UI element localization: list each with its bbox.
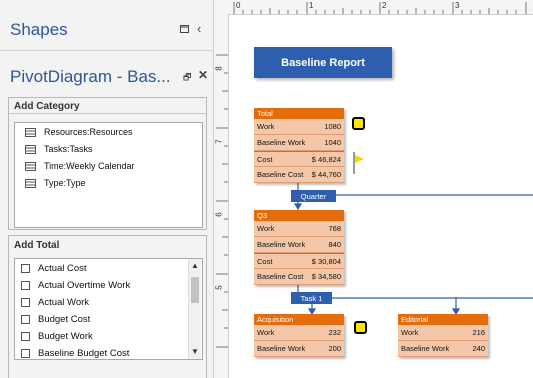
node-row-baseline-work: Baseline Work 840 <box>254 237 344 253</box>
total-item-label: Budget Work <box>38 330 93 342</box>
add-category-header: Add Category <box>9 98 206 114</box>
category-list: Resources:Resources Tasks:Tasks Time:Wee… <box>14 122 203 228</box>
checkbox[interactable] <box>21 297 30 307</box>
row-value: 1080 <box>324 122 341 131</box>
node-row-work: Work 1080 <box>254 119 344 135</box>
scrollbar-thumb[interactable] <box>191 277 199 303</box>
quarter-category-tag[interactable]: Quarter <box>291 190 336 202</box>
collapse-chevron-icon[interactable]: ‹ <box>197 21 201 36</box>
node-row-work: Work 232 <box>254 325 344 341</box>
row-label: Baseline Cost <box>257 170 304 179</box>
node-row-cost: Cost $ 46,824 <box>254 151 344 167</box>
restore-window-icon[interactable]: 🗗 <box>183 70 191 86</box>
node-row-baseline-cost: Baseline Cost $ 44,760 <box>254 167 344 183</box>
row-value: 240 <box>472 344 485 353</box>
row-label: Work <box>257 122 275 131</box>
row-value: $ 30,804 <box>311 256 341 266</box>
category-item-label: Tasks:Tasks <box>44 144 93 154</box>
scroll-down-icon[interactable]: ▼ <box>191 347 199 356</box>
node-row-baseline-work: Baseline Work 240 <box>398 341 488 357</box>
q3-node[interactable]: Q3 Work 768 Baseline Work 840 Cost $ 30,804… <box>254 210 344 285</box>
total-item-label: Budget Cost <box>38 313 91 325</box>
row-label: Baseline Cost <box>257 272 304 281</box>
total-item-actual-cost[interactable]: Actual Cost <box>21 262 87 274</box>
node-header: Total <box>254 108 344 119</box>
node-row-cost: Cost $ 30,804 <box>254 253 344 269</box>
category-item-time[interactable]: Time:Weekly Calendar <box>25 159 135 173</box>
row-value: 232 <box>328 328 341 337</box>
status-indicator-icon <box>354 321 367 334</box>
row-label: Baseline Work <box>257 240 306 249</box>
acquisition-node[interactable]: Acquisition Work 232 Baseline Work 200 <box>254 314 344 357</box>
add-total-header: Add Total <box>14 240 60 251</box>
row-label: Baseline Work <box>401 344 450 353</box>
flag-icon <box>353 152 364 174</box>
total-item-baseline-budget-cost[interactable]: Baseline Budget Cost <box>21 347 129 359</box>
total-node[interactable]: Total Work 1080 Baseline Work 1040 Cost $ 4… <box>254 108 344 183</box>
row-value: $ 46,824 <box>311 154 341 164</box>
shapes-panel-header: Shapes ‹ <box>0 0 213 51</box>
total-item-label: Actual Overtime Work <box>38 279 131 291</box>
category-icon <box>25 178 36 188</box>
category-item-type[interactable]: Type:Type <box>25 176 86 190</box>
status-indicator-icon <box>352 117 365 130</box>
category-icon <box>25 127 36 137</box>
row-label: Work <box>257 328 275 337</box>
total-item-label: Actual Cost <box>38 262 87 274</box>
category-item-tasks[interactable]: Tasks:Tasks <box>25 142 93 156</box>
checkbox[interactable] <box>21 314 30 324</box>
drawing-canvas[interactable]: 0 1 2 3 8 7 6 5 Baseline Report Total Wo… <box>214 0 533 378</box>
node-header: Acquisition <box>254 314 344 325</box>
row-label: Baseline Work <box>257 138 306 147</box>
total-list: Actual Cost Actual Overtime Work Actual … <box>14 258 203 360</box>
total-item-label: Actual Work <box>38 296 90 308</box>
total-item-budget-work[interactable]: Budget Work <box>21 330 93 342</box>
total-item-actual-work[interactable]: Actual Work <box>21 296 89 308</box>
row-label: Cost <box>257 154 273 164</box>
diagram-title[interactable]: Baseline Report <box>254 47 392 78</box>
checkbox[interactable] <box>21 348 30 358</box>
checkbox[interactable] <box>21 280 30 290</box>
node-row-work: Work 768 <box>254 221 344 237</box>
editorial-node[interactable]: Editorial Work 216 Baseline Work 240 <box>398 314 488 357</box>
category-icon <box>25 144 36 154</box>
row-value: 768 <box>328 224 341 233</box>
add-category-panel: Add Category Resources:Resources Tasks:T… <box>8 97 207 230</box>
node-row-work: Work 216 <box>398 325 488 341</box>
total-list-scrollbar[interactable]: ▲ ▼ <box>188 259 201 359</box>
category-icon <box>25 161 36 171</box>
total-item-label: Baseline Budget Cost <box>38 347 130 359</box>
pivot-panel-title: PivotDiagram - Bas... <box>10 67 171 86</box>
category-item-label: Resources:Resources <box>44 127 133 137</box>
node-header: Editorial <box>398 314 488 325</box>
row-value: 840 <box>328 240 341 249</box>
row-label: Work <box>401 328 419 337</box>
add-total-panel: Add Total Actual Cost Actual Overtime Wo… <box>8 235 207 378</box>
row-label: Cost <box>257 256 273 266</box>
row-label: Baseline Work <box>257 344 306 353</box>
node-row-baseline-work: Baseline Work 200 <box>254 341 344 357</box>
category-item-label: Type:Type <box>44 178 86 188</box>
row-value: 216 <box>472 328 485 337</box>
close-icon[interactable]: ✕ <box>198 68 208 82</box>
node-row-baseline-cost: Baseline Cost $ 34,580 <box>254 269 344 285</box>
node-row-baseline-work: Baseline Work 1040 <box>254 135 344 151</box>
row-value: $ 44,760 <box>311 170 341 179</box>
category-item-label: Time:Weekly Calendar <box>44 161 135 171</box>
node-header: Q3 <box>254 210 344 221</box>
row-value: 1040 <box>324 138 341 147</box>
left-pane: Shapes ‹ PivotDiagram - Bas... 🗗 ✕ Add C… <box>0 0 214 378</box>
row-value: 200 <box>328 344 341 353</box>
row-value: $ 34,580 <box>311 272 341 281</box>
scroll-up-icon[interactable]: ▲ <box>191 261 199 270</box>
task-category-tag[interactable]: Task 1 <box>291 292 332 304</box>
total-item-budget-cost[interactable]: Budget Cost <box>21 313 90 325</box>
row-label: Work <box>257 224 275 233</box>
maximize-icon[interactable] <box>180 24 189 36</box>
checkbox[interactable] <box>21 263 30 273</box>
category-item-resources[interactable]: Resources:Resources <box>25 125 133 139</box>
shapes-panel-title: Shapes <box>10 20 68 39</box>
checkbox[interactable] <box>21 331 30 341</box>
total-item-actual-overtime-work[interactable]: Actual Overtime Work <box>21 279 130 291</box>
